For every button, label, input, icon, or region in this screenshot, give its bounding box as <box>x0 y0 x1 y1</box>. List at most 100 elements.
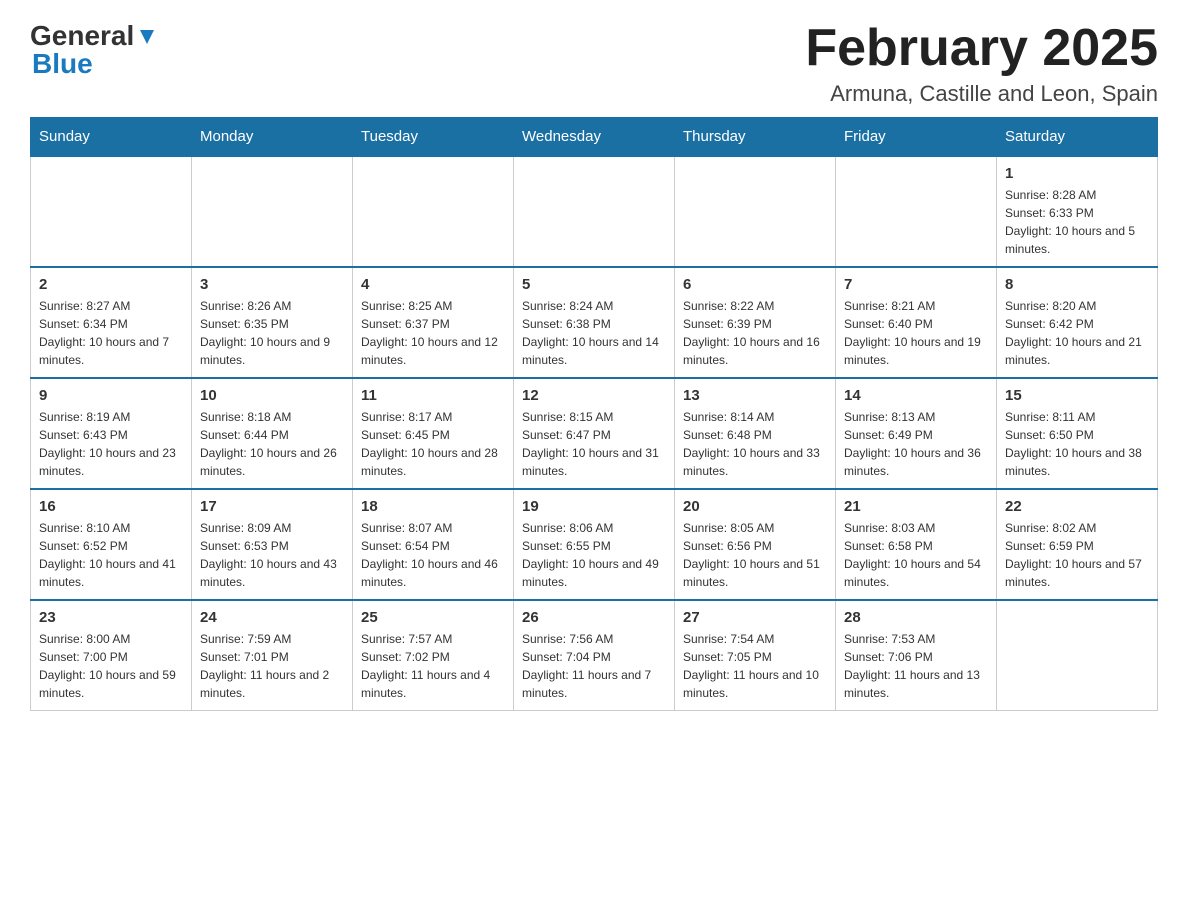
calendar-day-cell: 14 Sunrise: 8:13 AM Sunset: 6:49 PM Dayli… <box>836 378 997 489</box>
calendar-day-cell: 13Sunrise: 8:14 AM Sunset: 6:48 PM Dayli… <box>675 378 836 489</box>
day-number: 23 <box>39 609 183 626</box>
day-info: Sunrise: 8:05 AM Sunset: 6:56 PM Dayligh… <box>683 519 827 591</box>
day-info: Sunrise: 7:53 AM Sunset: 7:06 PM Dayligh… <box>844 630 988 702</box>
week-row: 9 Sunrise: 8:19 AM Sunset: 6:43 PM Daylig… <box>31 378 1158 489</box>
calendar-day-cell: 15Sunrise: 8:11 AM Sunset: 6:50 PM Dayli… <box>997 378 1158 489</box>
day-info: Sunrise: 8:25 AM Sunset: 6:37 PM Dayligh… <box>361 297 505 369</box>
calendar-day-cell: 1 Sunrise: 8:28 AM Sunset: 6:33 PM Daylig… <box>997 156 1158 267</box>
calendar-day-cell <box>836 156 997 267</box>
calendar-day-cell <box>675 156 836 267</box>
calendar-day-cell: 23 Sunrise: 8:00 AM Sunset: 7:00 PM Dayli… <box>31 600 192 711</box>
week-row: 16 Sunrise: 8:10 AM Sunset: 6:52 PM Dayli… <box>31 489 1158 600</box>
day-number: 2 <box>39 276 183 293</box>
location-title: Armuna, Castille and Leon, Spain <box>805 81 1158 107</box>
logo: General Blue <box>30 20 158 80</box>
day-number: 10 <box>200 387 344 404</box>
calendar-day-cell: 17 Sunrise: 8:09 AM Sunset: 6:53 PM Dayli… <box>192 489 353 600</box>
day-number: 21 <box>844 498 988 515</box>
calendar-day-cell: 9 Sunrise: 8:19 AM Sunset: 6:43 PM Daylig… <box>31 378 192 489</box>
day-info: Sunrise: 8:20 AM Sunset: 6:42 PM Dayligh… <box>1005 297 1149 369</box>
day-info: Sunrise: 8:13 AM Sunset: 6:49 PM Dayligh… <box>844 408 988 480</box>
day-info: Sunrise: 8:06 AM Sunset: 6:55 PM Dayligh… <box>522 519 666 591</box>
title-area: February 2025 Armuna, Castille and Leon,… <box>805 20 1158 107</box>
calendar-day-header: Sunday <box>31 118 192 157</box>
month-title: February 2025 <box>805 20 1158 77</box>
calendar-day-header: Wednesday <box>514 118 675 157</box>
day-info: Sunrise: 8:07 AM Sunset: 6:54 PM Dayligh… <box>361 519 505 591</box>
day-info: Sunrise: 8:02 AM Sunset: 6:59 PM Dayligh… <box>1005 519 1149 591</box>
calendar-day-cell: 19 Sunrise: 8:06 AM Sunset: 6:55 PM Dayli… <box>514 489 675 600</box>
day-number: 16 <box>39 498 183 515</box>
day-number: 14 <box>844 387 988 404</box>
calendar-day-cell <box>192 156 353 267</box>
calendar-day-cell <box>514 156 675 267</box>
calendar-day-cell: 16 Sunrise: 8:10 AM Sunset: 6:52 PM Dayli… <box>31 489 192 600</box>
calendar-day-cell: 20 Sunrise: 8:05 AM Sunset: 6:56 PM Dayli… <box>675 489 836 600</box>
day-number: 28 <box>844 609 988 626</box>
logo-triangle-icon <box>136 26 158 48</box>
logo-blue-text: Blue <box>32 48 93 80</box>
day-number: 6 <box>683 276 827 293</box>
calendar-day-cell: 18 Sunrise: 8:07 AM Sunset: 6:54 PM Dayli… <box>353 489 514 600</box>
calendar-day-cell: 28 Sunrise: 7:53 AM Sunset: 7:06 PM Dayli… <box>836 600 997 711</box>
day-info: Sunrise: 8:10 AM Sunset: 6:52 PM Dayligh… <box>39 519 183 591</box>
calendar-day-header: Monday <box>192 118 353 157</box>
page-header: General Blue February 2025 Armuna, Casti… <box>30 20 1158 107</box>
day-info: Sunrise: 7:54 AM Sunset: 7:05 PM Dayligh… <box>683 630 827 702</box>
day-info: Sunrise: 8:11 AM Sunset: 6:50 PM Dayligh… <box>1005 408 1149 480</box>
day-number: 5 <box>522 276 666 293</box>
day-info: Sunrise: 8:00 AM Sunset: 7:00 PM Dayligh… <box>39 630 183 702</box>
day-number: 26 <box>522 609 666 626</box>
calendar-day-cell: 8 Sunrise: 8:20 AM Sunset: 6:42 PM Daylig… <box>997 267 1158 378</box>
day-number: 19 <box>522 498 666 515</box>
day-info: Sunrise: 8:27 AM Sunset: 6:34 PM Dayligh… <box>39 297 183 369</box>
day-number: 24 <box>200 609 344 626</box>
calendar-table: SundayMondayTuesdayWednesdayThursdayFrid… <box>30 117 1158 711</box>
day-info: Sunrise: 8:22 AM Sunset: 6:39 PM Dayligh… <box>683 297 827 369</box>
day-number: 25 <box>361 609 505 626</box>
calendar-day-cell: 24 Sunrise: 7:59 AM Sunset: 7:01 PM Dayli… <box>192 600 353 711</box>
day-number: 20 <box>683 498 827 515</box>
day-number: 12 <box>522 387 666 404</box>
day-number: 22 <box>1005 498 1149 515</box>
day-info: Sunrise: 8:19 AM Sunset: 6:43 PM Dayligh… <box>39 408 183 480</box>
calendar-day-cell: 22 Sunrise: 8:02 AM Sunset: 6:59 PM Dayli… <box>997 489 1158 600</box>
day-number: 7 <box>844 276 988 293</box>
calendar-day-cell: 3 Sunrise: 8:26 AM Sunset: 6:35 PM Daylig… <box>192 267 353 378</box>
week-row: 1 Sunrise: 8:28 AM Sunset: 6:33 PM Daylig… <box>31 156 1158 267</box>
day-info: Sunrise: 7:57 AM Sunset: 7:02 PM Dayligh… <box>361 630 505 702</box>
day-info: Sunrise: 8:17 AM Sunset: 6:45 PM Dayligh… <box>361 408 505 480</box>
calendar-day-cell: 5 Sunrise: 8:24 AM Sunset: 6:38 PM Daylig… <box>514 267 675 378</box>
calendar-day-header: Friday <box>836 118 997 157</box>
day-number: 27 <box>683 609 827 626</box>
day-number: 17 <box>200 498 344 515</box>
calendar-day-header: Tuesday <box>353 118 514 157</box>
calendar-header-row: SundayMondayTuesdayWednesdayThursdayFrid… <box>31 118 1158 157</box>
day-number: 3 <box>200 276 344 293</box>
day-info: Sunrise: 7:59 AM Sunset: 7:01 PM Dayligh… <box>200 630 344 702</box>
day-info: Sunrise: 7:56 AM Sunset: 7:04 PM Dayligh… <box>522 630 666 702</box>
week-row: 2 Sunrise: 8:27 AM Sunset: 6:34 PM Daylig… <box>31 267 1158 378</box>
day-number: 1 <box>1005 165 1149 182</box>
day-number: 9 <box>39 387 183 404</box>
calendar-day-cell: 11 Sunrise: 8:17 AM Sunset: 6:45 PM Dayli… <box>353 378 514 489</box>
day-number: 8 <box>1005 276 1149 293</box>
calendar-day-cell: 10 Sunrise: 8:18 AM Sunset: 6:44 PM Dayli… <box>192 378 353 489</box>
calendar-day-cell <box>997 600 1158 711</box>
calendar-day-header: Thursday <box>675 118 836 157</box>
calendar-day-cell: 27 Sunrise: 7:54 AM Sunset: 7:05 PM Dayli… <box>675 600 836 711</box>
calendar-day-header: Saturday <box>997 118 1158 157</box>
calendar-day-cell: 21 Sunrise: 8:03 AM Sunset: 6:58 PM Dayli… <box>836 489 997 600</box>
calendar-day-cell: 7 Sunrise: 8:21 AM Sunset: 6:40 PM Daylig… <box>836 267 997 378</box>
calendar-day-cell: 25 Sunrise: 7:57 AM Sunset: 7:02 PM Dayli… <box>353 600 514 711</box>
day-number: 18 <box>361 498 505 515</box>
calendar-day-cell: 4Sunrise: 8:25 AM Sunset: 6:37 PM Daylig… <box>353 267 514 378</box>
day-info: Sunrise: 8:24 AM Sunset: 6:38 PM Dayligh… <box>522 297 666 369</box>
day-info: Sunrise: 8:09 AM Sunset: 6:53 PM Dayligh… <box>200 519 344 591</box>
day-info: Sunrise: 8:21 AM Sunset: 6:40 PM Dayligh… <box>844 297 988 369</box>
day-info: Sunrise: 8:28 AM Sunset: 6:33 PM Dayligh… <box>1005 186 1149 258</box>
day-info: Sunrise: 8:26 AM Sunset: 6:35 PM Dayligh… <box>200 297 344 369</box>
day-info: Sunrise: 8:03 AM Sunset: 6:58 PM Dayligh… <box>844 519 988 591</box>
day-info: Sunrise: 8:18 AM Sunset: 6:44 PM Dayligh… <box>200 408 344 480</box>
day-number: 11 <box>361 387 505 404</box>
